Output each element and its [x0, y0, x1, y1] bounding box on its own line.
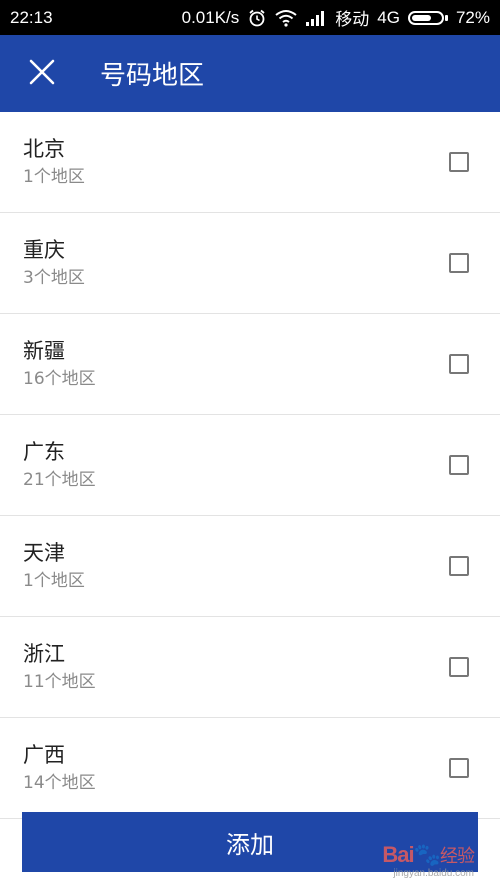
region-name: 重庆: [23, 238, 65, 262]
battery-percent: 72%: [455, 7, 490, 27]
region-checkbox[interactable]: [449, 556, 469, 576]
region-name: 浙江: [23, 642, 65, 666]
close-button[interactable]: [0, 35, 84, 112]
region-checkbox[interactable]: [449, 455, 469, 475]
region-name: 北京: [23, 137, 65, 161]
close-icon: [29, 59, 55, 89]
region-count: 14个地区: [23, 773, 96, 793]
page-title: 号码地区: [100, 61, 205, 91]
list-item[interactable]: 重庆 3个地区: [0, 213, 500, 314]
app-bar: 号码地区: [0, 35, 500, 112]
list-item[interactable]: 天津 1个地区: [0, 516, 500, 617]
list-item[interactable]: 北京 1个地区: [0, 112, 500, 213]
region-name: 天津: [23, 541, 65, 565]
list-item[interactable]: 广东 21个地区: [0, 415, 500, 516]
region-count: 21个地区: [23, 470, 96, 490]
watermark-logo: Bai🐾经验: [382, 842, 475, 867]
region-count: 3个地区: [23, 268, 85, 288]
list-item[interactable]: 广西 14个地区: [0, 718, 500, 819]
list-item[interactable]: 新疆 16个地区: [0, 314, 500, 415]
region-list: 北京 1个地区 重庆 3个地区 新疆 16个地区 广东 21个地区 天津 1个地…: [0, 112, 500, 819]
region-name: 广东: [23, 440, 65, 464]
region-checkbox[interactable]: [449, 253, 469, 273]
baidu-watermark: Bai🐾经验 jingyan.baidu.com: [382, 842, 475, 879]
signal-icon: [305, 10, 327, 26]
network-type: 4G: [377, 7, 400, 27]
region-checkbox[interactable]: [449, 657, 469, 677]
region-checkbox[interactable]: [449, 152, 469, 172]
region-name: 新疆: [23, 339, 65, 363]
network-speed: 0.01K/s: [181, 7, 240, 27]
battery-icon: [407, 10, 448, 25]
region-checkbox[interactable]: [449, 354, 469, 374]
status-right: 0.01K/s 移动 4G 72%: [182, 5, 490, 30]
alarm-icon: [247, 8, 267, 28]
region-count: 16个地区: [23, 369, 96, 389]
region-name: 广西: [23, 743, 65, 767]
region-count: 1个地区: [23, 571, 85, 591]
region-count: 11个地区: [23, 672, 96, 692]
status-time: 22:13: [10, 7, 53, 27]
carrier-name: 移动: [335, 10, 370, 29]
region-count: 1个地区: [23, 167, 85, 187]
status-bar: 22:13 0.01K/s 移动 4G 72%: [0, 0, 500, 35]
region-checkbox[interactable]: [449, 758, 469, 778]
wifi-icon: [275, 9, 297, 27]
watermark-url: jingyan.baidu.com: [393, 868, 474, 879]
list-item[interactable]: 浙江 11个地区: [0, 617, 500, 718]
